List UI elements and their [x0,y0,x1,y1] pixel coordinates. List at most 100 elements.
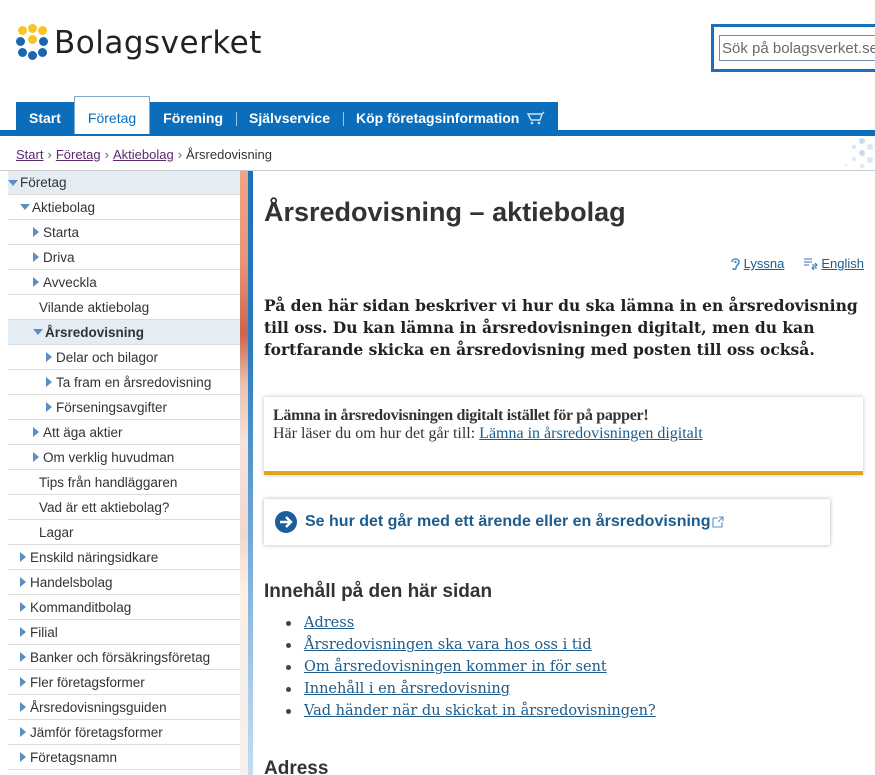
notice-link[interactable]: Lämna in årsredovisningen digitalt [479,425,703,442]
sidebar-item-label: Lagar [39,524,74,540]
ear-icon [730,258,740,270]
triangle-right-icon [20,702,26,712]
toc-item: Adress [286,612,656,634]
sidebar-item[interactable]: Aktiebolag [8,195,240,220]
sidebar-item[interactable]: Enskild näringsidkare [8,545,240,570]
triangle-right-icon [20,602,26,612]
sidebar-item[interactable]: Delar och bilagor [8,345,240,370]
listen-link[interactable]: Lyssna [730,256,785,271]
sidebar-nav: Företag Aktiebolag Starta Driva Avveckla Vila… [8,171,240,770]
cart-icon [527,111,545,125]
sidebar-item[interactable]: Att äga aktier [8,420,240,445]
nav-item-foretag[interactable]: Företag [73,96,151,134]
sidebar-item[interactable]: Handelsbolag [8,570,240,595]
triangle-right-icon [20,727,26,737]
toc-link[interactable]: Årsredovisningen ska vara hos oss i tid [304,637,592,653]
sidebar-item-label: Vilande aktiebolag [39,299,150,315]
page-title: Årsredovisning – aktiebolag [264,197,626,227]
toc-item: Om årsredovisningen kommer in för sent [286,656,656,678]
sidebar-item[interactable]: Kommanditbolag [8,595,240,620]
triangle-right-icon [46,352,52,362]
sidebar-item[interactable]: Ta fram en årsredovisning [8,370,240,395]
toc-item: Innehåll i en årsredovisning [286,678,656,700]
nav-item-start[interactable]: Start [16,102,74,134]
triangle-right-icon [46,377,52,387]
sidebar-item-label: Fler företagsformer [30,674,145,690]
nav-item-forening[interactable]: Förening [150,102,237,134]
toc-link[interactable]: Vad händer när du skickat in årsredovisn… [304,703,656,719]
sidebar-item[interactable]: Lagar [8,520,240,545]
sidebar-item[interactable]: Filial [8,620,240,645]
listen-label: Lyssna [743,256,785,271]
decorative-strip [240,171,248,775]
triangle-right-icon [33,252,39,262]
english-link[interactable]: English [804,256,864,271]
nav-label: Start [29,110,61,126]
sidebar-item[interactable]: Avveckla [8,270,240,295]
sidebar-item-label: Filial [30,624,58,640]
toc-link[interactable]: Innehåll i en årsredovisning [304,681,510,697]
breadcrumb-link-start[interactable]: Start [16,147,43,162]
triangle-down-icon [33,329,43,335]
sidebar-item-label: Driva [43,249,75,265]
nav-label: Köp företagsinformation [356,110,520,126]
sidebar-item[interactable]: Fler företagsformer [8,670,240,695]
triangle-right-icon [33,227,39,237]
sidebar-item[interactable]: Vad är ett aktiebolag? [8,495,240,520]
breadcrumb-separator: › [47,147,52,162]
case-status-button[interactable]: Se hur det går med ett ärende eller en å… [264,499,830,545]
sidebar-item-label: Företag [20,175,67,190]
triangle-right-icon [20,752,26,762]
page-tools: Lyssna English [730,256,864,271]
search-input[interactable] [719,35,875,61]
english-label: English [821,256,864,271]
sidebar-item-label: Avveckla [43,274,97,290]
lead-paragraph: På den här sidan beskriver vi hur du ska… [264,296,858,359]
sidebar-item-label: Förseningsavgifter [56,399,168,415]
sidebar-item-label: Handelsbolag [30,574,113,590]
breadcrumb-link-aktiebolag[interactable]: Aktiebolag [113,147,174,162]
sidebar-item-label: Vad är ett aktiebolag? [39,499,170,515]
sidebar-item[interactable]: Starta [8,220,240,245]
triangle-right-icon [20,577,26,587]
sidebar-item-label: Företagsnamn [30,749,118,765]
sidebar-item-label: Delar och bilagor [56,349,159,365]
sidebar-item-label: Årsredovisning [45,324,145,340]
triangle-right-icon [33,452,39,462]
cta-label: Se hur det går med ett ärende eller en å… [305,513,711,530]
sidebar-item-label: Att äga aktier [43,424,123,440]
toc-link[interactable]: Om årsredovisningen kommer in för sent [304,659,607,675]
sidebar-item-label: Kommanditbolag [30,599,132,615]
sidebar-item[interactable]: Tips från handläggaren [8,470,240,495]
sidebar-item[interactable]: Årsredovisningsguiden [8,695,240,720]
sidebar-item-label: Om verklig huvudman [43,449,175,465]
triangle-right-icon [33,277,39,287]
sidebar-item[interactable]: Förseningsavgifter [8,395,240,420]
sidebar-item[interactable]: Företagsnamn [8,745,240,770]
sidebar-item[interactable]: Jämför företagsformer [8,720,240,745]
sidebar-item-label: Jämför företagsformer [30,724,163,740]
nav-item-kop-foretagsinformation[interactable]: Köp företagsinformation [343,102,559,134]
sidebar-item[interactable]: Årsredovisning [8,320,240,345]
sidebar-item-label: Årsredovisningsguiden [30,699,167,715]
sidebar-item[interactable]: Banker och försäkringsföretag [8,645,240,670]
nav-label: Företag [87,109,137,126]
decorative-dots-icon [844,138,873,169]
logo[interactable]: Bolagsverket [16,24,262,62]
section-title-adress: Adress [264,758,329,775]
sidebar-item[interactable]: Driva [8,245,240,270]
nav-label: Förening [163,110,224,126]
sidebar-item[interactable]: Vilande aktiebolag [8,295,240,320]
site-header: Bolagsverket [0,0,875,98]
sidebar-item[interactable]: Företag [8,171,240,195]
triangle-right-icon [33,427,39,437]
translate-icon [804,257,819,270]
toc-link[interactable]: Adress [304,615,354,631]
triangle-right-icon [46,402,52,412]
toc-title: Innehåll på den här sidan [264,581,493,602]
nav-item-sjalvservice[interactable]: Självservice [236,102,344,134]
breadcrumb-link-foretag[interactable]: Företag [56,147,101,162]
sidebar-item[interactable]: Om verklig huvudman [8,445,240,470]
breadcrumb: Start › Företag › Aktiebolag › Årsredovisning [16,147,272,162]
toc-item: Vad händer när du skickat in årsredovisn… [286,700,656,722]
